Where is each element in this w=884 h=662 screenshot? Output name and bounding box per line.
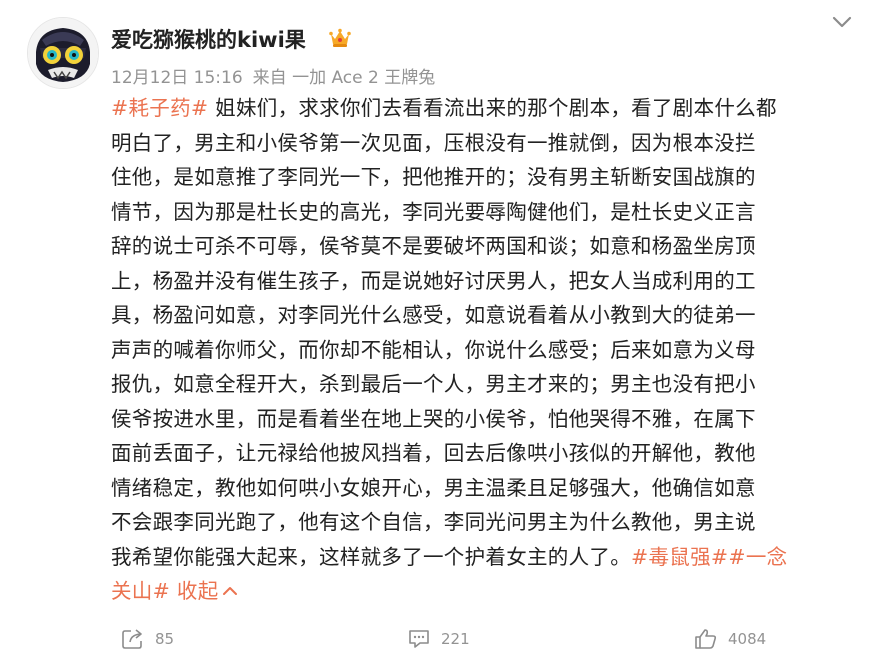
repost-icon	[122, 629, 142, 649]
author-name[interactable]: 爱吃猕猴桃的kiwi果	[111, 24, 306, 54]
content-line: #耗子药# 姐妹们，求求你们去看看流出来的那个剧本，看了剧本什么都	[111, 91, 851, 126]
content-line: 具，杨盈问如意，对李同光什么感受，如意说看着从小教到大的徒弟一	[111, 298, 851, 333]
content-line: 我希望你能强大起来，这样就多了一个护着女主的人了。#毒鼠强##一念	[111, 540, 851, 575]
hashtag-link[interactable]: 关山#	[111, 579, 170, 603]
content-line: 情绪稳定，教他如何哄小女娘开心，男主温柔且足够强大，他确信如意	[111, 471, 851, 506]
like-button[interactable]: 4084	[694, 622, 766, 656]
avatar[interactable]	[27, 17, 99, 89]
content-text: 姐妹们，求求你们去看看流出来的那个剧本，看了剧本什么都	[208, 96, 777, 120]
content-text: 我希望你能强大起来，这样就多了一个护着女主的人了。	[111, 544, 631, 569]
repost-button[interactable]: 85	[121, 622, 174, 656]
content-text: 不会跟李同光跑了，他有这个自信，李同光问男主为什么教他，男主说	[111, 510, 756, 534]
content-text: 情绪稳定，教他如何哄小女娘开心，男主温柔且足够强大，他确信如意	[111, 475, 756, 500]
chevron-up-icon[interactable]	[221, 584, 239, 598]
hashtag-link[interactable]: #毒鼠强#	[631, 545, 728, 569]
comment-icon	[409, 630, 429, 648]
avatar-mask-icon	[28, 18, 98, 88]
content-line: 关山# 收起	[111, 574, 851, 609]
collapse-button[interactable]: 收起	[177, 579, 219, 603]
content-line: 侯爷按进水里，而是看着坐在地上哭的小侯爷，怕他哭得不雅，在属下	[111, 402, 851, 437]
post-source: 来自 一加 Ace 2 王牌兔	[252, 68, 436, 88]
content-line: 面前丢面子，让元禄给他披风挡着，回去后像哄小孩似的开解他，教他	[111, 436, 851, 471]
post-date[interactable]: 12月12日 15:16	[111, 68, 243, 88]
content-text: 明白了，男主和小侯爷第一次见面，压根没有一推就倒，因为根本没拦	[111, 130, 756, 155]
comment-button[interactable]: 221	[407, 622, 470, 656]
vip-crown-icon	[329, 28, 351, 47]
content-line: 报仇，如意全程开大，杀到最后一个人，男主才来的；男主也没有把小	[111, 367, 851, 402]
content-text: 情节，因为那是杜长史的高光，李同光要辱陶健他们，是杜长史义正言	[111, 199, 756, 224]
content-text: 声声的喊着你师父，而你却不能相认，你说什么感受；后来如意为义母	[111, 337, 756, 362]
action-bar: 85 221 4084	[0, 622, 884, 656]
content-line: 上，杨盈并没有催生孩子，而是说她好讨厌男人，把女人当成利用的工	[111, 264, 851, 299]
content-line: 声声的喊着你师父，而你却不能相认，你说什么感受；后来如意为义母	[111, 333, 851, 368]
comment-count: 221	[441, 630, 470, 648]
content-line: 辞的说士可杀不可辱，侯爷莫不是要破坏两国和谈；如意和杨盈坐房顶	[111, 229, 851, 264]
content-text: 面前丢面子，让元禄给他披风挡着，回去后像哄小孩似的开解他，教他	[111, 441, 756, 465]
like-icon	[695, 629, 717, 649]
hashtag-link[interactable]: #一念	[728, 545, 787, 569]
content-line: 住他，是如意推了李同光一下，把他推开的；没有男主斩断安国战旗的	[111, 160, 851, 195]
like-count: 4084	[728, 630, 767, 648]
chevron-down-icon[interactable]	[830, 10, 854, 34]
hashtag-link[interactable]: #耗子药#	[111, 96, 208, 120]
post-content: #耗子药# 姐妹们，求求你们去看看流出来的那个剧本，看了剧本什么都明白了，男主和…	[111, 91, 851, 609]
content-text: 住他，是如意推了李同光一下，把他推开的；没有男主斩断安国战旗的	[111, 165, 756, 189]
content-text	[170, 579, 177, 603]
content-text: 上，杨盈并没有催生孩子，而是说她好讨厌男人，把女人当成利用的工	[111, 268, 756, 293]
repost-count: 85	[155, 630, 175, 648]
content-text: 报仇，如意全程开大，杀到最后一个人，男主才来的；男主也没有把小	[111, 372, 756, 396]
content-line: 情节，因为那是杜长史的高光，李同光要辱陶健他们，是杜长史义正言	[111, 195, 851, 230]
content-line: 不会跟李同光跑了，他有这个自信，李同光问男主为什么教他，男主说	[111, 505, 851, 540]
content-text: 具，杨盈问如意，对李同光什么感受，如意说看着从小教到大的徒弟一	[111, 303, 756, 327]
content-text: 辞的说士可杀不可辱，侯爷莫不是要破坏两国和谈；如意和杨盈坐房顶	[111, 234, 756, 258]
post-meta: 12月12日 15:16 来自 一加 Ace 2 王牌兔	[111, 63, 445, 88]
content-text: 侯爷按进水里，而是看着坐在地上哭的小侯爷，怕他哭得不雅，在属下	[111, 406, 756, 431]
content-line: 明白了，男主和小侯爷第一次见面，压根没有一推就倒，因为根本没拦	[111, 126, 851, 161]
